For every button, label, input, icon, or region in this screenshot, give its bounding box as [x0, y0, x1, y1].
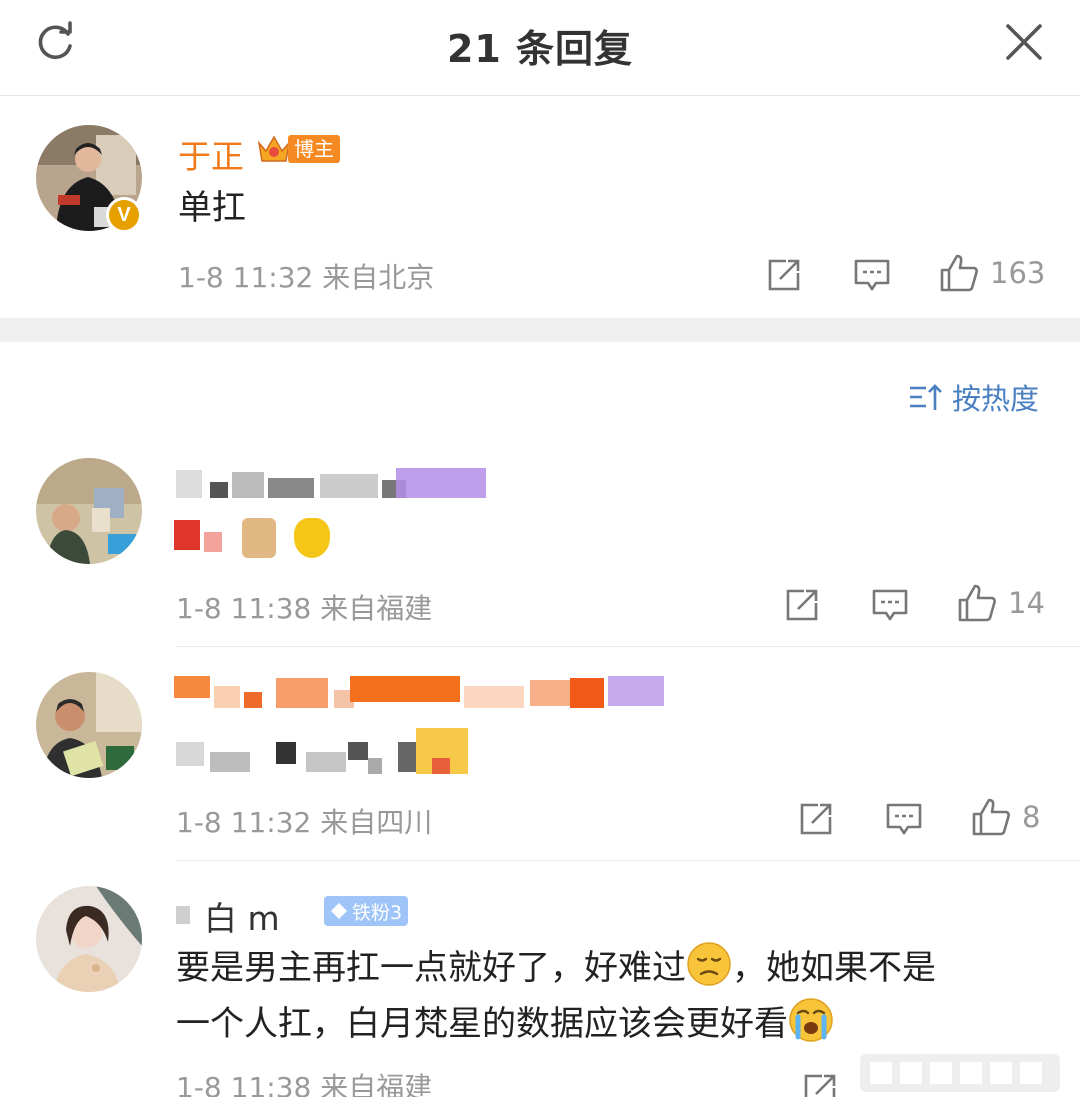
page-title: 21 条回复 [446, 27, 634, 71]
sad-face-emoji-icon [686, 941, 732, 987]
comment-meta: 1-8 11:32 来自四川 [176, 806, 433, 839]
header-bar: 21 条回复 [0, 0, 1080, 96]
iron-fan-badge-label: 铁粉3 [352, 901, 403, 924]
avatar[interactable] [36, 672, 142, 778]
like-button[interactable]: 163 [938, 252, 1045, 294]
verified-badge-icon: V [106, 197, 142, 233]
comment-meta: 1-8 11:32 来自北京 [178, 261, 435, 294]
thumbs-up-icon [958, 584, 996, 622]
like-button[interactable]: 14 [956, 582, 1045, 624]
comment-text-line2: 一个人扛，白月梵星的数据应该会更好看 [176, 1004, 788, 1044]
sort-label: 按热度 [952, 382, 1040, 416]
reply-icon[interactable] [870, 585, 910, 625]
watermark-overlay [860, 1046, 1060, 1097]
share-icon[interactable] [782, 585, 822, 625]
sort-by-hot-button[interactable]: 按热度 [908, 376, 1039, 418]
blurred-content [176, 728, 468, 776]
like-count: 163 [990, 256, 1046, 290]
blurred-username [174, 672, 664, 714]
reply-icon[interactable] [852, 255, 892, 295]
blogger-badge: 博主 [256, 134, 340, 164]
comment-text-line1: 要是男主再扛一点就好了，好难过 [176, 948, 686, 988]
share-icon[interactable] [800, 1070, 840, 1097]
iron-fan-badge: 铁粉3 [324, 896, 409, 926]
diamond-icon [331, 903, 347, 919]
blogger-badge-label: 博主 [288, 135, 340, 163]
comment-text: 要是男主再扛一点就好了，好难过 ，她如果不是 一个人扛，白月梵星的数据应该会更好看 [176, 940, 936, 1052]
row-divider [176, 860, 1080, 861]
sort-icon [910, 384, 942, 410]
comment-text: 单扛 [178, 188, 246, 228]
like-button[interactable]: 8 [970, 796, 1040, 838]
avatar[interactable] [36, 458, 142, 564]
close-icon[interactable] [1002, 20, 1046, 64]
like-count: 8 [1022, 800, 1041, 834]
thumbs-up-icon [940, 254, 978, 292]
username[interactable]: 于正 [178, 130, 244, 178]
crying-face-emoji-icon [788, 997, 834, 1043]
like-count: 14 [1008, 586, 1045, 620]
username[interactable]: 白 m [204, 892, 280, 940]
crown-icon [257, 135, 291, 162]
row-divider [176, 646, 1080, 647]
share-icon[interactable] [764, 255, 804, 295]
blurred-content [174, 514, 344, 560]
share-icon[interactable] [796, 799, 836, 839]
section-divider [0, 318, 1080, 342]
blurred-username [176, 464, 486, 504]
avatar[interactable] [36, 886, 142, 992]
comment-meta: 1-8 11:38 来自福建 [176, 592, 433, 625]
thumbs-up-icon [972, 798, 1010, 836]
blurred-username-prefix [176, 894, 202, 928]
comment-meta: 1-8 11:38 来自福建 [176, 1071, 433, 1097]
reply-icon[interactable] [884, 799, 924, 839]
comment-text-line1-end: ，她如果不是 [732, 948, 936, 988]
